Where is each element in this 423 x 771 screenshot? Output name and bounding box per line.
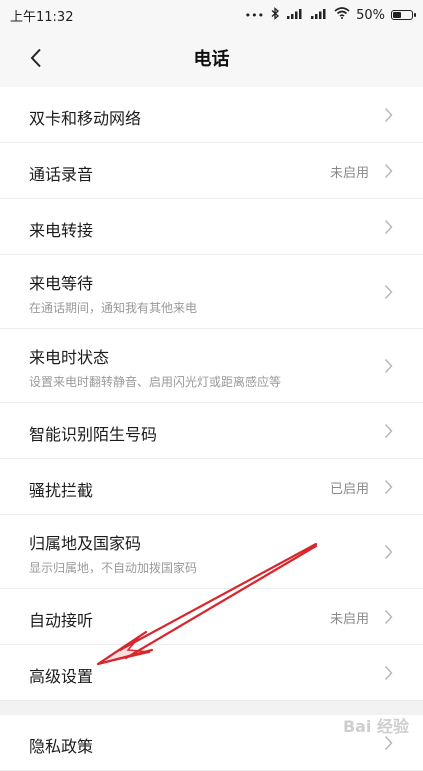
settings-row-label: 自动接听 <box>29 611 94 630</box>
settings-row-value: 未启用 <box>329 612 369 627</box>
settings-row-label: 来电时状态 <box>29 348 110 367</box>
settings-row-label: 智能识别陌生号码 <box>29 425 158 444</box>
settings-row-label: 双卡和移动网络 <box>29 109 142 128</box>
chevron-right-icon <box>384 284 393 300</box>
settings-row[interactable]: 归属地及国家码显示归属地，不自动加拨国家码 <box>0 515 423 589</box>
watermark: Bai 经验 <box>342 717 409 736</box>
status-icons: ••• 50% <box>244 6 416 24</box>
settings-row[interactable]: 来电转接 <box>0 199 423 255</box>
title-bar: 电话 <box>0 30 423 86</box>
settings-row[interactable]: 双卡和移动网络 <box>0 87 423 143</box>
chevron-right-icon <box>384 423 393 439</box>
settings-row-label: 归属地及国家码 <box>29 534 142 553</box>
battery-text: 50% <box>356 7 385 23</box>
chevron-left-icon <box>30 48 41 68</box>
settings-row[interactable]: 来电等待在通话期间，通知我有其他来电 <box>0 255 423 329</box>
signal-icon <box>310 8 328 23</box>
chevron-right-icon <box>384 665 393 681</box>
settings-row[interactable]: 来电时状态设置来电时翻转静音、启用闪光灯或距离感应等 <box>0 329 423 403</box>
back-button[interactable] <box>24 46 48 70</box>
status-bar: 上午11:32 ••• 50% <box>0 0 423 30</box>
settings-row-value: 已启用 <box>329 482 369 497</box>
settings-row[interactable]: 自动接听 未启用 <box>0 589 423 645</box>
settings-row-value: 未启用 <box>329 166 369 181</box>
settings-row-label: 隐私政策 <box>29 737 94 756</box>
settings-row-description: 在通话期间，通知我有其他来电 <box>29 301 198 315</box>
more-dots-icon: ••• <box>244 8 265 22</box>
chevron-right-icon <box>384 609 393 625</box>
chevron-right-icon <box>384 163 393 179</box>
settings-row[interactable]: 智能识别陌生号码 <box>0 403 423 459</box>
settings-row[interactable]: 高级设置 <box>0 645 423 701</box>
chevron-right-icon <box>384 107 393 123</box>
bluetooth-icon <box>270 6 280 24</box>
chevron-right-icon <box>384 479 393 495</box>
status-time: 上午11:32 <box>10 9 74 25</box>
settings-row-description: 设置来电时翻转静音、启用闪光灯或距离感应等 <box>29 375 282 389</box>
settings-row-label: 通话录音 <box>29 165 94 184</box>
settings-row-label: 高级设置 <box>29 667 94 686</box>
chevron-right-icon <box>384 735 393 751</box>
chevron-right-icon <box>384 358 393 374</box>
settings-list: 双卡和移动网络 通话录音 未启用 来电转接 来电等待 在通话期间，通知我有其他来电 来电时状… <box>0 87 423 771</box>
battery-icon <box>391 10 416 20</box>
settings-row-description: 显示归属地，不自动加拨国家码 <box>29 561 198 575</box>
chevron-right-icon <box>384 219 393 235</box>
settings-row-label: 骚扰拦截 <box>29 481 94 500</box>
chevron-right-icon <box>384 544 393 560</box>
settings-row[interactable]: 骚扰拦截 已启用 <box>0 459 423 515</box>
page-title: 电话 <box>193 49 230 70</box>
signal-icon <box>286 8 304 23</box>
settings-row[interactable]: 通话录音 未启用 <box>0 143 423 199</box>
settings-row-label: 来电转接 <box>29 221 94 240</box>
wifi-icon <box>334 7 350 23</box>
settings-row-label: 来电等待 <box>29 274 94 293</box>
